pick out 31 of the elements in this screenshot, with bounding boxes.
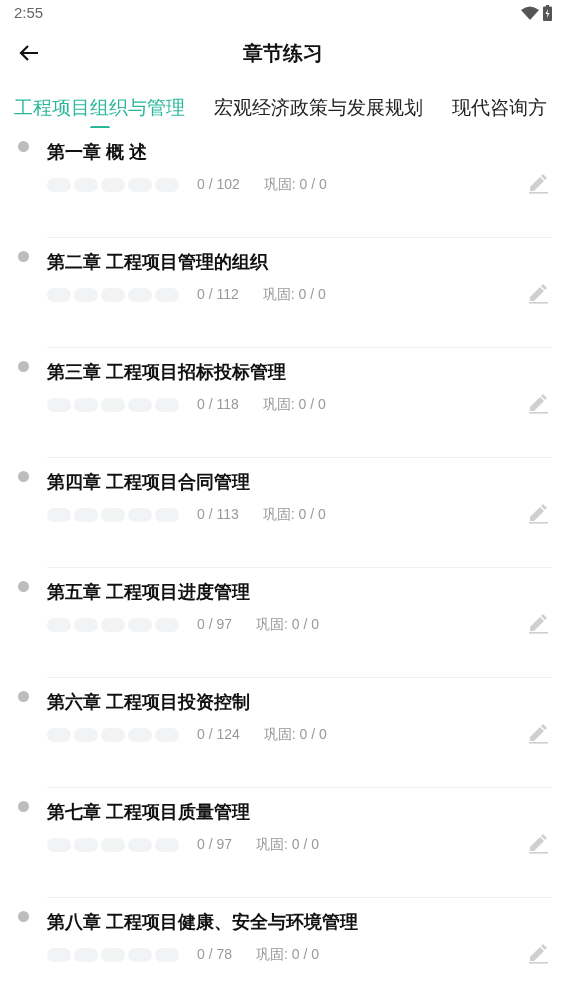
page-title: 章节练习 [243,40,323,66]
review-count: 巩固: 0 / 0 [262,285,326,304]
review-count: 巩固: 0 / 0 [256,615,320,634]
chapter-title[interactable]: 第七章 工程项目质量管理 [47,800,526,824]
progress-count: 0 / 97 [197,835,233,854]
category-tab[interactable]: 宏观经济政策与发展规划 [214,93,423,128]
chapter-title[interactable]: 第三章 工程项目招标投标管理 [47,360,526,384]
review-count: 巩固: 0 / 0 [263,175,327,194]
progress-count: 0 / 118 [197,395,239,414]
wifi-icon [521,5,539,20]
battery-icon [543,4,552,21]
progress-count: 0 / 113 [197,505,239,524]
chapter-title[interactable]: 第八章 工程项目健康、安全与环境管理 [47,910,526,934]
edit-button[interactable] [526,941,550,965]
chapter-title[interactable]: 第二章 工程项目管理的组织 [47,250,526,274]
progress-count: 0 / 112 [197,285,239,304]
review-count: 巩固: 0 / 0 [263,725,327,744]
chapter-title[interactable]: 第六章 工程项目投资控制 [47,690,526,714]
category-tab[interactable]: 现代咨询方 [452,93,547,128]
progress-count: 0 / 97 [197,615,233,634]
progress-count: 0 / 124 [197,725,240,744]
chapter-title[interactable]: 第一章 概 述 [47,140,526,164]
review-count: 巩固: 0 / 0 [262,395,326,414]
review-count: 巩固: 0 / 0 [256,835,320,854]
review-count: 巩固: 0 / 0 [262,505,326,524]
chapter-title[interactable]: 第五章 工程项目进度管理 [47,580,526,604]
chapter-title[interactable]: 第四章 工程项目合同管理 [47,470,526,494]
progress-count: 0 / 78 [197,945,233,964]
progress-count: 0 / 102 [197,175,240,194]
status-time: 2:55 [14,2,44,23]
review-count: 巩固: 0 / 0 [256,945,320,964]
